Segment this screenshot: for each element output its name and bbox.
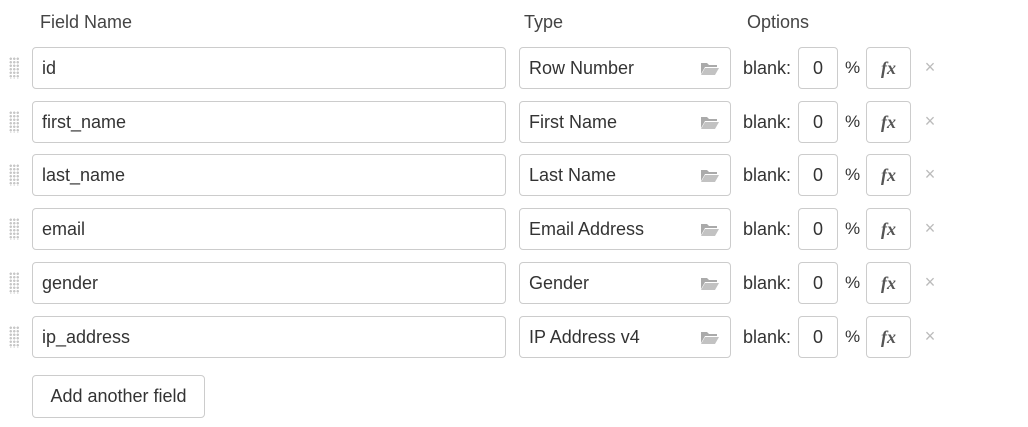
percent-sign: % — [845, 273, 861, 292]
field-row: ip_address IP Address v4 blank: 0 % fx × — [0, 316, 1028, 358]
field-name-input[interactable]: ip_address — [32, 316, 506, 358]
drag-handle-icon[interactable] — [9, 218, 20, 240]
blank-percent-input[interactable]: 0 — [798, 208, 838, 250]
blank-percent-input[interactable]: 0 — [798, 47, 838, 89]
field-type-label: Row Number — [529, 58, 635, 78]
blank-percent-input[interactable]: 0 — [798, 101, 838, 143]
blank-label: blank: — [743, 165, 792, 185]
field-type-select[interactable]: First Name — [519, 101, 731, 143]
blank-percent-input[interactable]: 0 — [798, 154, 838, 196]
blank-label: blank: — [743, 58, 792, 78]
drag-handle-icon[interactable] — [9, 272, 20, 294]
percent-sign: % — [845, 327, 861, 346]
field-name-input[interactable]: email — [32, 208, 506, 250]
percent-sign: % — [845, 58, 861, 77]
blank-label: blank: — [743, 112, 792, 132]
blank-label: blank: — [743, 273, 792, 293]
field-name-input[interactable]: last_name — [32, 154, 506, 196]
formula-button[interactable]: fx — [866, 47, 911, 89]
close-icon[interactable]: × — [923, 47, 937, 87]
field-type-select[interactable]: Gender — [519, 262, 731, 304]
blank-percent-input[interactable]: 0 — [798, 316, 838, 358]
folder-open-icon[interactable] — [700, 167, 720, 183]
field-type-label: Last Name — [529, 165, 617, 185]
formula-button[interactable]: fx — [866, 316, 911, 358]
close-icon[interactable]: × — [923, 316, 937, 356]
blank-label: blank: — [743, 219, 792, 239]
field-name-input[interactable]: id — [32, 47, 506, 89]
folder-open-icon[interactable] — [700, 275, 720, 291]
field-type-label: Gender — [529, 273, 590, 293]
close-icon[interactable]: × — [923, 262, 937, 302]
close-icon[interactable]: × — [923, 101, 937, 141]
close-icon[interactable]: × — [923, 208, 937, 248]
drag-handle-icon[interactable] — [9, 111, 20, 133]
field-type-select[interactable]: IP Address v4 — [519, 316, 731, 358]
field-name-input[interactable]: first_name — [32, 101, 506, 143]
percent-sign: % — [845, 112, 861, 131]
field-type-select[interactable]: Last Name — [519, 154, 731, 196]
field-type-select[interactable]: Row Number — [519, 47, 731, 89]
drag-handle-icon[interactable] — [9, 164, 20, 186]
formula-button[interactable]: fx — [866, 154, 911, 196]
field-row: last_name Last Name blank: 0 % fx × — [0, 154, 1028, 196]
field-row: id Row Number blank: 0 % fx × — [0, 47, 1028, 89]
field-name-input[interactable]: gender — [32, 262, 506, 304]
field-type-select[interactable]: Email Address — [519, 208, 731, 250]
field-type-label: IP Address v4 — [529, 327, 640, 347]
close-icon[interactable]: × — [923, 154, 937, 194]
drag-handle-icon[interactable] — [9, 57, 20, 79]
field-type-label: Email Address — [529, 219, 645, 239]
percent-sign: % — [845, 219, 861, 238]
folder-open-icon[interactable] — [700, 329, 720, 345]
header-type: Type — [524, 12, 564, 32]
field-row: gender Gender blank: 0 % fx × — [0, 262, 1028, 304]
folder-open-icon[interactable] — [700, 114, 720, 130]
drag-handle-icon[interactable] — [9, 326, 20, 348]
formula-button[interactable]: fx — [866, 262, 911, 304]
field-row: first_name First Name blank: 0 % fx × — [0, 101, 1028, 143]
folder-open-icon[interactable] — [700, 60, 720, 76]
field-row: email Email Address blank: 0 % fx × — [0, 208, 1028, 250]
blank-label: blank: — [743, 327, 792, 347]
formula-button[interactable]: fx — [866, 101, 911, 143]
folder-open-icon[interactable] — [700, 221, 720, 237]
field-type-label: First Name — [529, 112, 618, 132]
header-options: Options — [747, 12, 810, 32]
add-field-button[interactable]: Add another field — [32, 375, 205, 418]
header-field-name: Field Name — [40, 12, 133, 32]
formula-button[interactable]: fx — [866, 208, 911, 250]
blank-percent-input[interactable]: 0 — [798, 262, 838, 304]
percent-sign: % — [845, 165, 861, 184]
